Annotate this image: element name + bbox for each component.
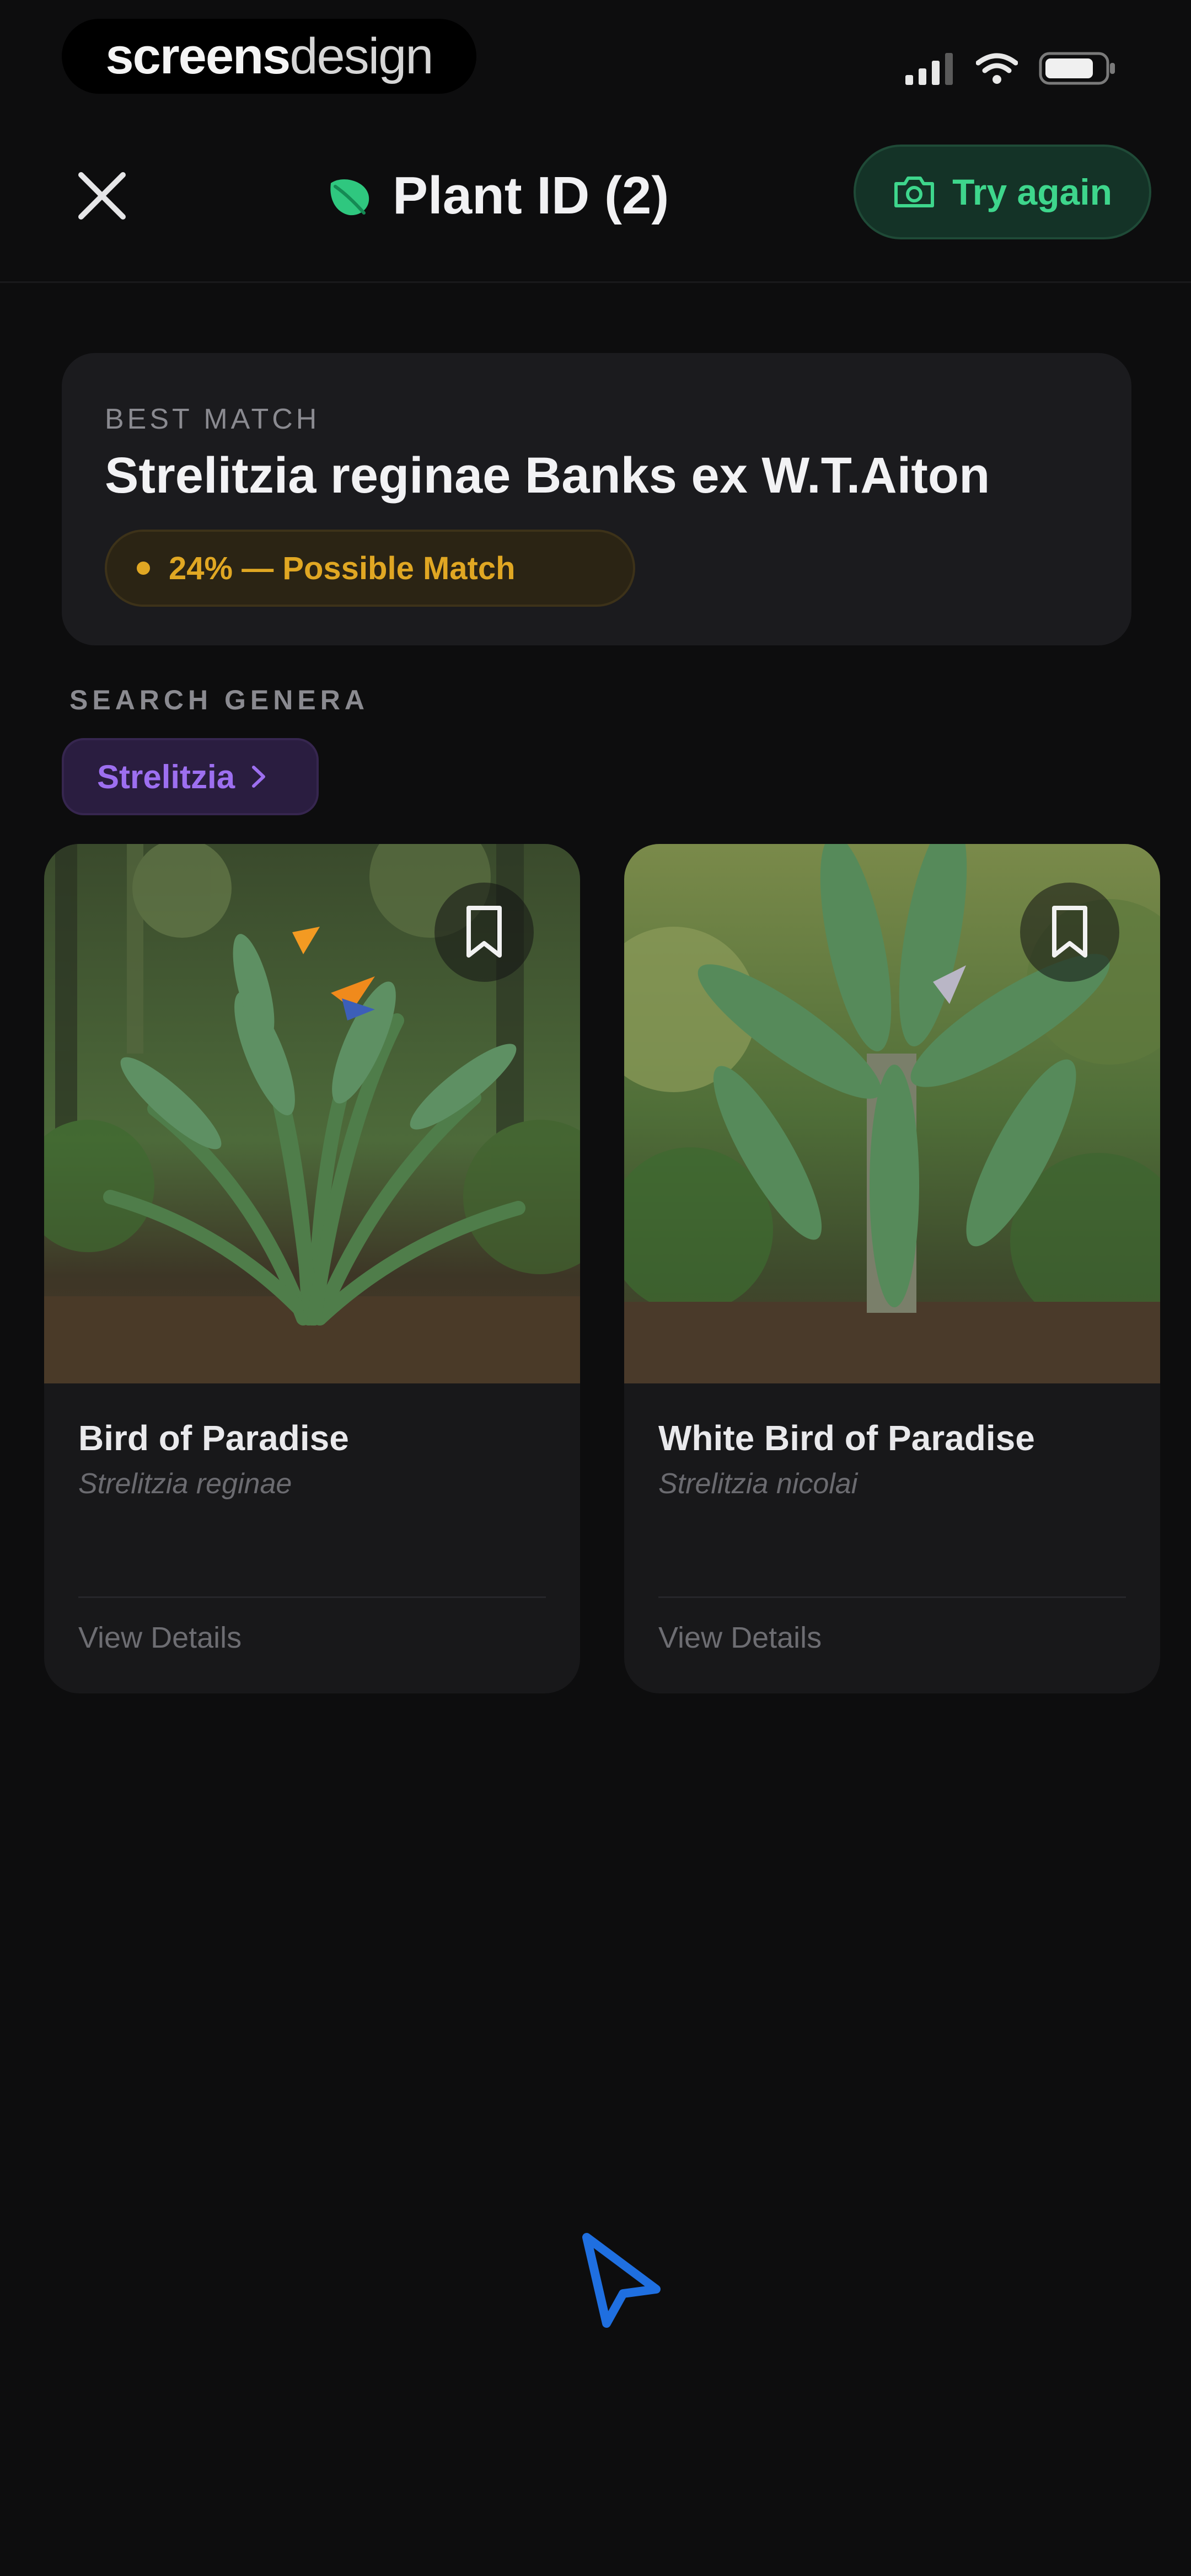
page-title: Plant ID (2) (325, 160, 669, 232)
bookmark-button[interactable] (434, 883, 534, 982)
bookmark-icon (1052, 906, 1087, 958)
camera-icon (894, 177, 935, 207)
card-divider (78, 1596, 546, 1598)
bookmark-icon (466, 906, 502, 958)
view-details-link[interactable]: View Details (78, 1621, 242, 1655)
best-match-card[interactable]: BEST MATCH Strelitzia reginae Banks ex W… (62, 353, 1131, 645)
search-genera-label: SEARCH GENERA (69, 685, 369, 715)
best-match-name: Strelitzia reginae Banks ex W.T.Aiton (105, 447, 990, 504)
best-match-label: BEST MATCH (105, 403, 320, 435)
genus-chip-strelitzia[interactable]: Strelitzia (62, 738, 319, 815)
top-bar: Plant ID (2) Try again (0, 121, 1191, 283)
plant-scientific-name: Strelitzia reginae (78, 1468, 292, 1500)
brand-logo-bold: screens (105, 28, 291, 84)
bookmark-button[interactable] (1020, 883, 1119, 982)
plant-scientific-name: Strelitzia nicolai (658, 1468, 858, 1500)
genus-chip-label: Strelitzia (97, 758, 235, 795)
chevron-right-icon (252, 766, 266, 788)
try-again-button[interactable]: Try again (854, 145, 1151, 239)
page-title-text: Plant ID (2) (393, 166, 669, 225)
battery-icon (1039, 52, 1115, 85)
mouse-pointer-icon (573, 2228, 667, 2333)
plant-common-name: White Bird of Paradise (658, 1418, 1035, 1458)
plant-result-card[interactable]: White Bird of Paradise Strelitzia nicola… (624, 844, 1160, 1693)
brand-logo: screens design (62, 19, 476, 94)
status-bar: screens design (0, 0, 1191, 121)
match-confidence-badge: 24% — Possible Match (105, 530, 635, 607)
wifi-icon (976, 53, 1018, 84)
close-button[interactable] (66, 160, 138, 232)
plant-result-card[interactable]: Bird of Paradise Strelitzia reginae View… (44, 844, 580, 1693)
close-icon (78, 172, 126, 220)
signal-icon (905, 53, 953, 85)
match-confidence-text: 24% — Possible Match (169, 550, 516, 586)
try-again-label: Try again (952, 172, 1112, 212)
badge-dot-icon (137, 562, 150, 575)
card-divider (658, 1596, 1126, 1598)
status-icons (905, 49, 1116, 88)
plant-common-name: Bird of Paradise (78, 1418, 349, 1458)
view-details-link[interactable]: View Details (658, 1621, 822, 1655)
leaf-icon (330, 179, 369, 216)
brand-logo-light: design (289, 28, 433, 84)
